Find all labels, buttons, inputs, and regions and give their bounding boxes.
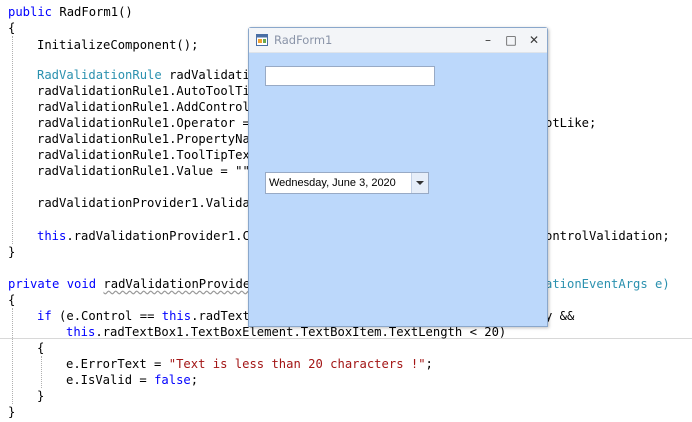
- code-line-25: }: [37, 388, 692, 404]
- window-titlebar[interactable]: RadForm1 – □ ✕: [249, 28, 547, 53]
- radform-window[interactable]: RadForm1 – □ ✕ Wednesday, June 3, 2020: [248, 27, 548, 327]
- code-text: .radTextBox1.TextBoxElement.TextBoxItem.…: [95, 325, 507, 339]
- keyword: this: [161, 309, 192, 323]
- dropdown-arrow-icon: [416, 181, 424, 185]
- code-text: radValidatio: [161, 68, 258, 82]
- code-line-18-tail: ationEventArgs e): [545, 276, 692, 292]
- code-text: radValidationRule1.ToolTipText: [37, 148, 258, 162]
- code-text: .radValidationProvider1.Co: [66, 229, 258, 243]
- code-text: radValidationRule1.Operator =: [37, 116, 258, 130]
- maximize-icon[interactable]: □: [502, 32, 520, 48]
- date-time-picker[interactable]: Wednesday, June 3, 2020: [265, 172, 429, 194]
- brace: {: [8, 21, 16, 35]
- close-icon[interactable]: ✕: [525, 32, 543, 48]
- indent-guide: [12, 36, 13, 244]
- brace: {: [8, 293, 16, 307]
- code-text: ;: [425, 357, 433, 371]
- brace: }: [8, 245, 16, 259]
- indent-guide: [41, 356, 42, 388]
- code-text: InitializeComponent();: [37, 38, 199, 52]
- code-line-22: {: [37, 340, 692, 356]
- code-text: y &&: [545, 309, 575, 323]
- code-line-1: public RadForm1(): [8, 4, 692, 20]
- code-text: e.ErrorText =: [66, 357, 169, 371]
- brace: }: [8, 405, 16, 419]
- keyword: false: [154, 373, 191, 387]
- window-title: RadForm1: [274, 33, 333, 47]
- minimize-icon[interactable]: –: [479, 32, 497, 48]
- keyword: void: [66, 277, 97, 291]
- code-text: radValidationRule1.Value = "";: [37, 164, 258, 178]
- code-text: ;: [190, 373, 199, 387]
- brace: }: [37, 389, 45, 403]
- brace: {: [37, 341, 45, 355]
- date-value: Wednesday, June 3, 2020: [269, 177, 396, 189]
- code-line-24: e.IsValid = false;: [66, 372, 692, 388]
- radtextbox-input[interactable]: [265, 66, 435, 86]
- code-text: otLike;: [545, 116, 597, 130]
- keyword: this: [66, 325, 96, 339]
- keyword: if: [37, 309, 52, 323]
- code-line-20-tail: y &&: [545, 308, 692, 324]
- method-name: radValidationProvider: [103, 277, 258, 291]
- code-text: RadForm1(): [52, 5, 133, 19]
- string-literal: "Text is less than 20 characters !": [168, 357, 426, 371]
- type-name: RadValidationRule: [37, 68, 162, 82]
- keyword: public: [8, 5, 53, 19]
- code-text: radValidationRule1.PropertyNam: [37, 132, 258, 146]
- code-line-15-tail: ontrolValidation;: [545, 228, 692, 244]
- code-text: radValidationProvider1.Validat: [37, 196, 258, 210]
- code-text: radValidationRule1.AddControl(: [37, 100, 258, 114]
- code-line-26: }: [8, 404, 692, 420]
- indent-guide: [12, 308, 13, 404]
- keyword: this: [37, 229, 67, 243]
- keyword: private: [8, 277, 60, 291]
- code-line-23: e.ErrorText = "Text is less than 20 char…: [66, 356, 692, 372]
- code-text: radValidationRule1.AutoToolTip: [37, 84, 258, 98]
- code-line-8-tail: otLike;: [545, 115, 692, 131]
- code-text: ontrolValidation;: [545, 229, 670, 243]
- app-form-icon: [256, 34, 268, 46]
- date-dropdown-button[interactable]: [411, 173, 428, 193]
- type-name: ationEventArgs e): [545, 277, 670, 291]
- code-text: e.IsValid =: [66, 373, 155, 387]
- code-text: (e.Control ==: [51, 309, 162, 323]
